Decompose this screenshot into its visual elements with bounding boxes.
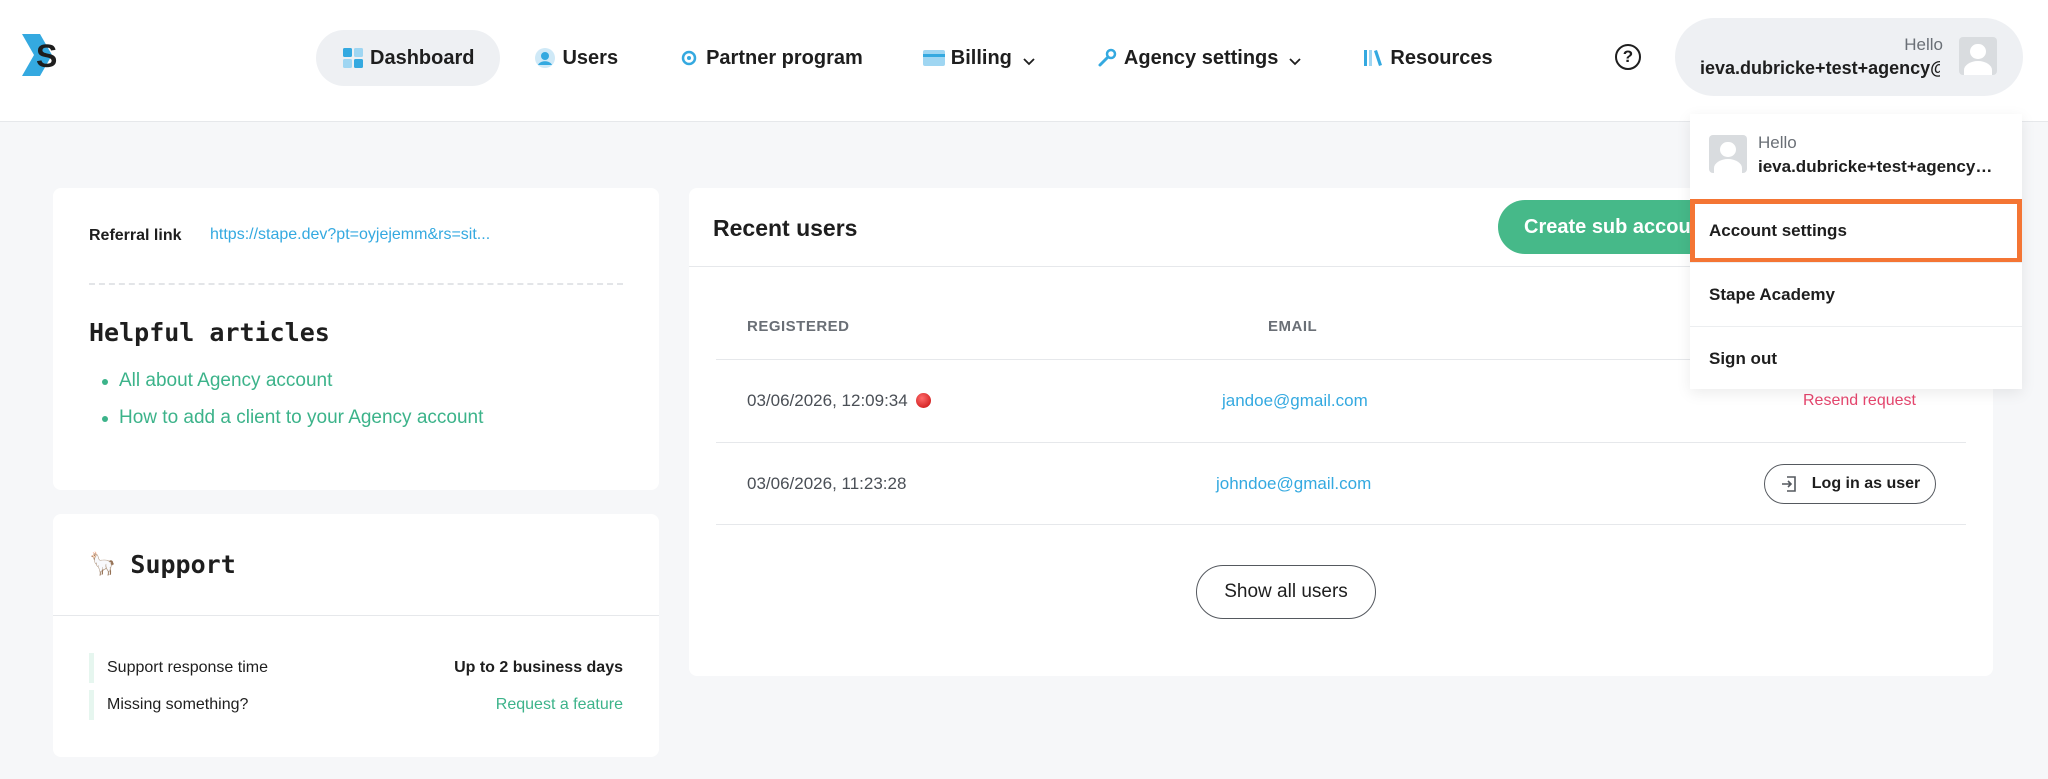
- request-feature-link[interactable]: Request a feature: [496, 696, 623, 714]
- avatar: [1709, 135, 1747, 173]
- email-cell[interactable]: jandoe@gmail.com: [1222, 391, 1368, 411]
- resend-request-link[interactable]: Resend request: [1803, 392, 1916, 410]
- dropdown-user-email: ieva.dubricke+test+agency@gmail.com: [1758, 157, 1993, 176]
- row-divider: [716, 524, 1966, 525]
- card-icon: [922, 47, 945, 69]
- email-cell[interactable]: johndoe@gmail.com: [1216, 474, 1371, 494]
- stape-logo[interactable]: S: [22, 34, 62, 76]
- nav-resources[interactable]: Resources: [1336, 30, 1518, 86]
- referral-label: Referral link: [89, 227, 182, 244]
- column-header-email[interactable]: EMAIL: [1268, 318, 1317, 335]
- nav-agency-settings-label: Agency settings: [1123, 46, 1279, 69]
- nav-resources-label: Resources: [1390, 46, 1493, 69]
- login-icon: [1780, 475, 1798, 493]
- recent-users-title: Recent users: [713, 215, 858, 241]
- article-link[interactable]: How to add a client to your Agency accou…: [101, 407, 483, 429]
- user-email: ieva.dubricke+test+agency@...: [1700, 58, 1940, 78]
- books-icon: [1362, 47, 1384, 69]
- row-divider: [716, 442, 1966, 443]
- support-title: 🦙 Support: [89, 550, 236, 579]
- dropdown-user-info: Hello ieva.dubricke+test+agency@gmail.co…: [1690, 114, 2022, 196]
- helpful-articles-list: All about Agency account How to add a cl…: [101, 370, 483, 444]
- column-header-registered[interactable]: REGISTERED: [747, 318, 850, 335]
- pending-status-icon: [915, 393, 931, 408]
- sign-out-menu-item[interactable]: Sign out: [1690, 326, 2022, 390]
- top-header: S Dashboard Users Partner program Billin…: [0, 0, 2048, 122]
- stape-academy-menu-item[interactable]: Stape Academy: [1690, 262, 2022, 326]
- user-dropdown-menu: Hello ieva.dubricke+test+agency@gmail.co…: [1690, 114, 2022, 389]
- help-icon[interactable]: ?: [1615, 44, 1641, 70]
- chevron-down-icon: [1288, 51, 1302, 66]
- partner-icon: [678, 47, 700, 69]
- avatar: [1959, 37, 1997, 75]
- nav-billing[interactable]: Billing: [897, 30, 1062, 86]
- registered-cell: 03/06/2026, 12:09:34: [747, 391, 931, 411]
- svg-text:S: S: [36, 38, 57, 74]
- nav-partner-program[interactable]: Partner program: [652, 30, 889, 86]
- main-nav: Dashboard Users Partner program Billing: [316, 30, 1527, 86]
- missing-something-row: Missing something? Request a feature: [89, 690, 623, 720]
- nav-dashboard[interactable]: Dashboard: [316, 30, 501, 86]
- chevron-down-icon: [1022, 51, 1036, 66]
- support-title-text: Support: [130, 550, 236, 579]
- article-link[interactable]: All about Agency account: [101, 370, 483, 392]
- support-card: 🦙 Support Support response time Up to 2 …: [53, 514, 659, 757]
- registered-cell: 03/06/2026, 11:23:28: [747, 474, 907, 493]
- divider: [89, 283, 623, 285]
- nav-users[interactable]: Users: [508, 30, 644, 86]
- nav-dashboard-label: Dashboard: [370, 46, 475, 69]
- log-in-as-user-label: Log in as user: [1811, 475, 1921, 492]
- account-settings-menu-item[interactable]: Account settings: [1690, 199, 2022, 263]
- missing-something-label: Missing something?: [107, 696, 249, 713]
- support-response-row: Support response time Up to 2 business d…: [89, 653, 623, 683]
- referral-card: Referral link https://stape.dev?pt=oyjej…: [53, 188, 659, 490]
- wrench-icon: [1096, 47, 1118, 69]
- divider: [53, 615, 659, 616]
- show-all-users-button[interactable]: Show all users: [1196, 565, 1376, 619]
- dashboard-icon: [342, 47, 364, 69]
- nav-billing-label: Billing: [950, 46, 1012, 69]
- support-response-value: Up to 2 business days: [454, 659, 623, 676]
- log-in-as-user-button[interactable]: Log in as user: [1764, 464, 1936, 504]
- nav-agency-settings[interactable]: Agency settings: [1070, 30, 1328, 86]
- referral-link[interactable]: https://stape.dev?pt=oyjejemm&rs=sit...: [210, 226, 490, 244]
- dropdown-greeting: Hello: [1758, 133, 1797, 152]
- helpful-articles-title: Helpful articles: [89, 318, 330, 347]
- user-menu-button[interactable]: Hello ieva.dubricke+test+agency@...: [1675, 18, 2023, 96]
- nav-partner-label: Partner program: [706, 46, 863, 69]
- llama-icon: 🦙: [89, 552, 117, 577]
- nav-users-label: Users: [562, 46, 619, 69]
- user-icon: [534, 47, 556, 69]
- user-greeting: Hello: [1904, 35, 1943, 54]
- support-response-label: Support response time: [107, 659, 268, 676]
- registered-value: 03/06/2026, 12:09:34: [747, 391, 908, 410]
